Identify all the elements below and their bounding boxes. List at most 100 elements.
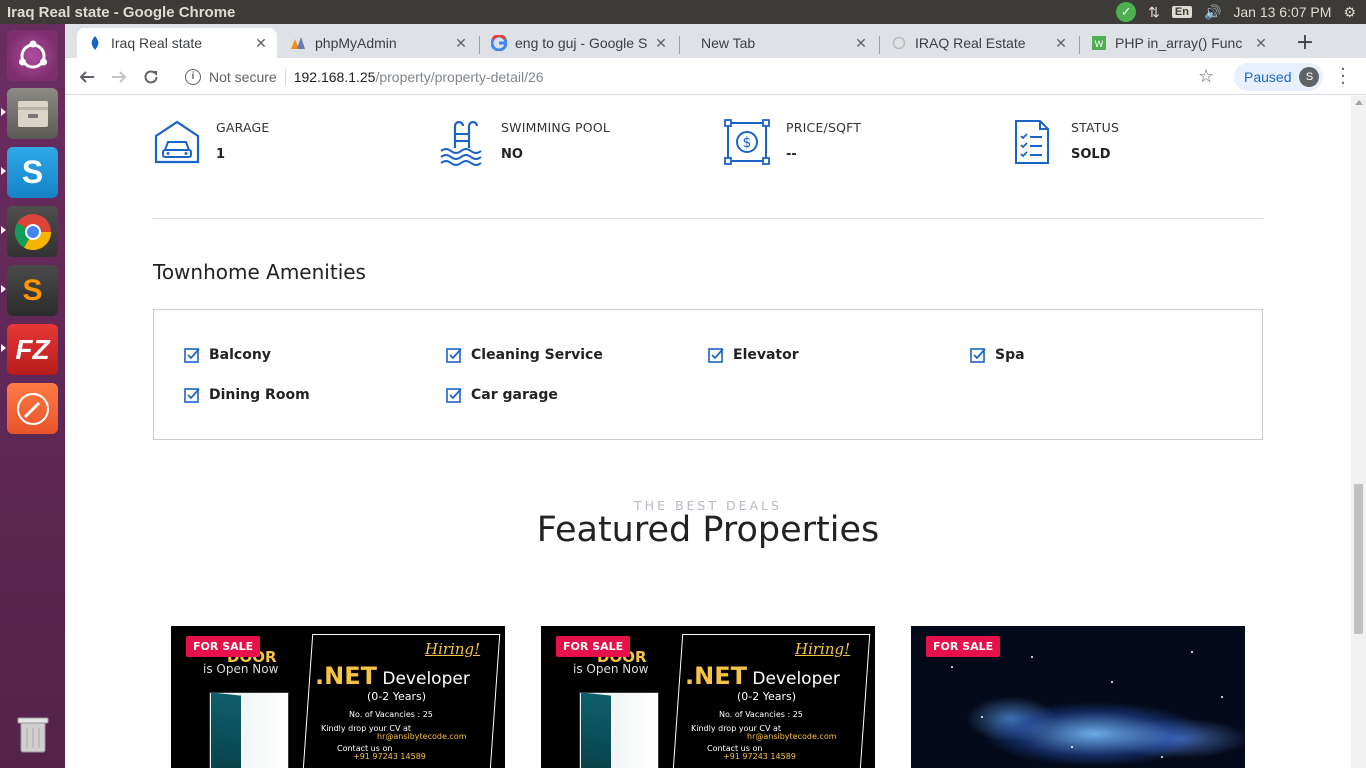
feature-label: GARAGE [216,120,270,135]
system-tray: ✓ ⇅ En 🔊 Jan 13 6:07 PM ⚙ [1116,0,1366,24]
feature-label: SWIMMING POOL [501,120,611,135]
image-text: +91 97243 14589 [353,752,426,761]
amenities-box: Balcony Cleaning Service Elevator Spa Di… [153,309,1263,440]
svg-text:$: $ [743,135,752,151]
feature-label: STATUS [1071,120,1120,135]
divider [153,218,1263,219]
back-arrow-icon[interactable] [73,63,101,91]
status-icon [1015,120,1049,164]
amenities-title: Townhome Amenities [153,260,366,284]
new-tab-plus-icon[interactable]: + [1291,30,1319,58]
tab-php-in-array[interactable]: W PHP in_array() Func ✕ [1081,28,1277,58]
amenity-label: Car garage [471,387,558,403]
feature-value: NO [501,147,523,162]
image-text: hr@ansibytecode.com [747,732,837,741]
scroll-up-arrow-icon[interactable] [1355,100,1363,105]
tab-close-icon[interactable]: ✕ [1251,35,1271,52]
checkbox-checked-icon [184,388,200,403]
pool-icon [440,120,482,166]
tab-google-search[interactable]: eng to guj - Google S ✕ [481,28,677,58]
page-viewport: GARAGE 1 SWIMMING POOL NO $ PRICE/SQFT -… [65,96,1351,768]
os-top-panel: Iraq Real state - Google Chrome ✓ ⇅ En 🔊… [0,0,1366,24]
image-text: Hiring! [425,640,481,658]
clock[interactable]: Jan 13 6:07 PM [1233,4,1331,20]
chrome-icon[interactable] [7,206,58,257]
keyboard-layout-indicator[interactable]: En [1171,6,1192,18]
amenity-label: Balcony [209,347,271,363]
property-card[interactable]: FOR SALE DOOR is Open Now Hiring! .NET D… [171,626,505,768]
tab-strip: Iraq Real state ✕ phpMyAdmin ✕ eng to gu… [65,24,1366,58]
section-title: Featured Properties [536,510,880,550]
feature-value: SOLD [1071,147,1111,162]
amenity-item: Dining Room [184,387,310,403]
for-sale-badge: FOR SALE [926,636,1001,657]
update-ok-icon[interactable]: ✓ [1116,2,1137,22]
feature-value: -- [786,147,797,162]
browser-toolbar: i Not secure 192.168.1.25/property/prope… [65,58,1366,95]
image-text: (0-2 Years) [737,690,797,703]
amenity-label: Elevator [733,347,799,363]
forward-arrow-icon[interactable] [105,63,133,91]
image-text: No. of Vacancies : 25 [349,710,433,719]
tab-close-icon[interactable]: ✕ [851,35,871,52]
network-icon[interactable]: ⇅ [1148,4,1160,21]
tab-close-icon[interactable]: ✕ [651,35,671,52]
garage-icon [154,120,200,164]
image-text: hr@ansibytecode.com [377,732,467,741]
tab-title: Iraq Real state [111,35,203,51]
sublime-text-icon[interactable]: S [7,265,58,316]
phpmyadmin-favicon-icon [291,35,307,51]
bookmark-star-icon[interactable]: ☆ [1198,66,1214,87]
ubuntu-launcher: S S FZ [0,24,65,768]
settings-gear-icon[interactable]: ⚙ [1343,4,1356,21]
tab-iraq-real-estate[interactable]: IRAQ Real Estate ✕ [881,28,1077,58]
image-text: Hiring! [795,640,851,658]
scrollbar-thumb[interactable] [1354,484,1363,634]
trash-icon[interactable] [7,708,58,759]
tab-title: PHP in_array() Func [1115,35,1243,51]
ubuntu-dash-icon[interactable] [7,30,58,81]
amenity-item: Car garage [446,387,558,403]
image-text: (0-2 Years) [367,690,427,703]
image-text: .NET Developer [315,662,470,690]
url-host: 192.168.1.25 [293,68,376,85]
property-card[interactable]: FOR SALE DOOR is Open Now Hiring! .NET D… [541,626,875,768]
loading-spinner-icon [891,35,907,51]
for-sale-badge: FOR SALE [186,636,261,657]
window-title: Iraq Real state - Google Chrome [7,3,236,21]
tab-title: New Tab [701,35,756,51]
image-text: +91 97243 14589 [723,752,796,761]
tab-close-icon[interactable]: ✕ [1051,35,1071,52]
files-icon[interactable] [7,88,58,139]
page-scrollbar[interactable] [1351,96,1366,768]
site-info-icon[interactable]: i [185,68,201,85]
reload-icon[interactable] [137,63,165,91]
tab-iraq-real-state[interactable]: Iraq Real state ✕ [77,28,277,58]
tab-new-tab[interactable]: New Tab ✕ [681,28,877,58]
tab-close-icon[interactable]: ✕ [451,35,471,52]
profile-button[interactable]: Paused S [1234,63,1324,91]
property-card[interactable]: FOR SALE [911,626,1245,768]
amenity-label: Cleaning Service [471,347,603,363]
google-favicon-icon [491,35,507,51]
real-estate-favicon-icon [87,35,103,51]
tab-title: IRAQ Real Estate [915,35,1026,51]
price-icon: $ [724,119,770,165]
feature-status: STATUS SOLD [1008,118,1119,166]
tab-close-icon[interactable]: ✕ [251,35,271,52]
menu-kebab-icon[interactable]: · · · [1333,61,1353,93]
amenity-item: Spa [970,347,1025,363]
tab-title: phpMyAdmin [315,35,397,51]
feature-garage: GARAGE 1 [153,118,270,166]
svg-text:W: W [1095,40,1104,50]
skype-icon[interactable]: S [7,147,58,198]
tab-phpmyadmin[interactable]: phpMyAdmin ✕ [281,28,477,58]
checkbox-checked-icon [708,348,724,363]
volume-icon[interactable]: 🔊 [1204,4,1221,21]
not-secure-label[interactable]: Not secure [209,69,277,85]
tab-title: eng to guj - Google S [515,35,648,51]
w3schools-favicon-icon: W [1091,35,1107,51]
postman-icon[interactable] [7,383,58,434]
filezilla-icon[interactable]: FZ [7,324,58,375]
address-bar[interactable]: i Not secure 192.168.1.25/property/prope… [173,62,1223,91]
